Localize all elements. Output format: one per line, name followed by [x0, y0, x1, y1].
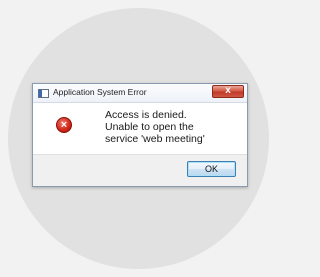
message-line: Access is denied. [105, 109, 187, 121]
message-line: service 'web meeting' [105, 133, 205, 145]
message-line: Unable to open the [105, 121, 194, 133]
title-bar[interactable]: Application System Error x [33, 84, 247, 103]
error-dialog: Application System Error x × Access is d… [32, 83, 248, 187]
ok-button[interactable]: OK [187, 161, 236, 177]
close-button[interactable]: x [212, 85, 244, 98]
dialog-body: × Access is denied. Unable to open the s… [33, 103, 247, 155]
dialog-footer: OK [33, 154, 247, 186]
ok-button-label: OK [204, 164, 218, 174]
close-icon: x [225, 85, 231, 96]
error-x-glyph: × [60, 119, 68, 131]
error-icon: × [56, 117, 72, 133]
error-message: Access is denied. Unable to open the ser… [105, 109, 245, 145]
application-window-icon [38, 89, 49, 98]
dialog-title: Application System Error [53, 87, 147, 97]
